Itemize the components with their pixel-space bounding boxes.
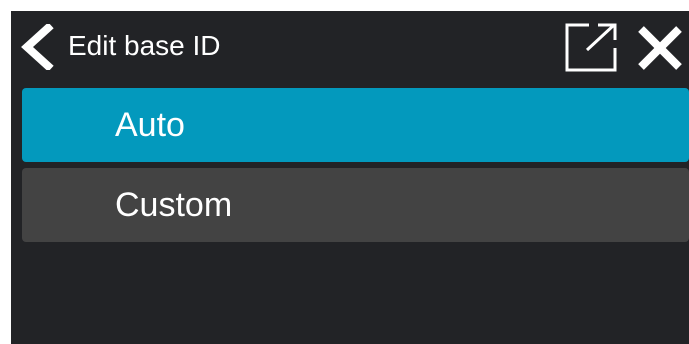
close-button[interactable] bbox=[636, 25, 684, 71]
option-custom[interactable]: Custom bbox=[22, 168, 689, 242]
option-label: Custom bbox=[115, 186, 233, 224]
header-bar: Edit base ID bbox=[11, 11, 689, 83]
close-icon bbox=[638, 26, 682, 70]
option-auto[interactable]: Auto bbox=[22, 88, 689, 162]
expand-button[interactable] bbox=[565, 22, 617, 72]
page-title: Edit base ID bbox=[68, 30, 221, 61]
chevron-left-icon bbox=[21, 24, 54, 70]
option-label: Auto bbox=[115, 106, 185, 144]
back-button[interactable] bbox=[17, 24, 57, 70]
external-link-icon bbox=[565, 23, 617, 72]
dialog-screen: Edit base ID Auto Custom bbox=[11, 11, 689, 344]
